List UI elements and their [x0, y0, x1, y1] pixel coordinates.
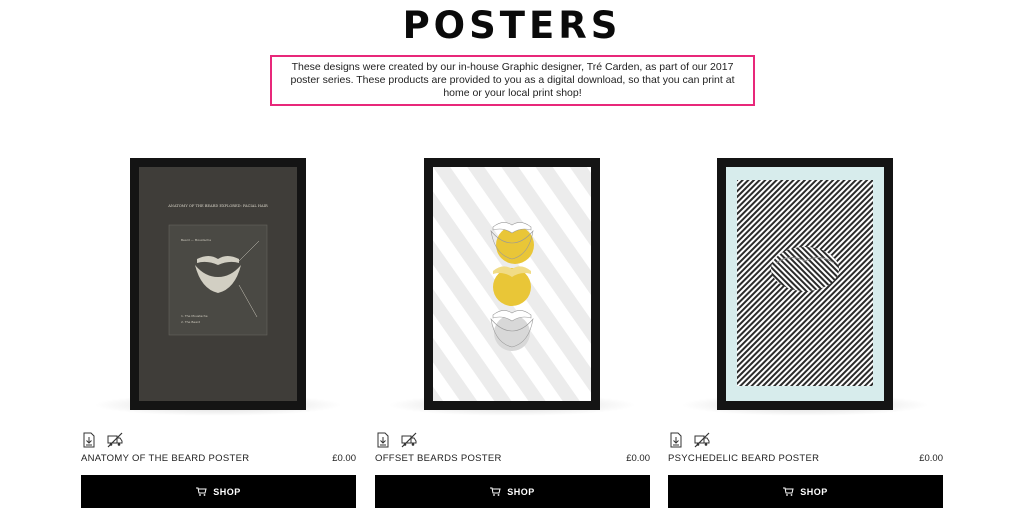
download-icon: [83, 432, 95, 448]
poster-image-psychedelic[interactable]: [726, 167, 884, 401]
product-name[interactable]: PSYCHEDELIC BEARD POSTER: [668, 453, 819, 464]
no-shipping-icon: [401, 432, 417, 448]
shop-button[interactable]: SHOP: [375, 475, 650, 508]
product-name[interactable]: OFFSET BEARDS POSTER: [375, 453, 502, 464]
cart-icon: [196, 487, 207, 496]
cart-icon: [490, 487, 501, 496]
product-card-anatomy: ANATOMY OF THE BEARD EXPLORED: FACIAL HA…: [81, 150, 356, 512]
product-price: £0.00: [626, 453, 650, 464]
no-shipping-icon: [694, 432, 710, 448]
cart-icon: [783, 487, 794, 496]
poster-frame[interactable]: [424, 158, 600, 410]
product-price: £0.00: [919, 453, 943, 464]
shop-button[interactable]: SHOP: [81, 475, 356, 508]
shop-button-label: SHOP: [800, 486, 828, 497]
shop-button-label: SHOP: [507, 486, 535, 497]
poster-image-offset[interactable]: [433, 167, 591, 401]
product-card-psychedelic: PSYCHEDELIC BEARD POSTER £0.00 SHOP: [668, 150, 943, 512]
product-price: £0.00: [332, 453, 356, 464]
poster-frame[interactable]: [717, 158, 893, 410]
download-icon: [670, 432, 682, 448]
product-icons: [81, 432, 123, 448]
product-card-offset: OFFSET BEARDS POSTER £0.00 SHOP: [375, 150, 650, 512]
page-title: POSTERS: [402, 4, 622, 47]
art-note-2: 2. The Beard: [181, 320, 200, 324]
product-icons: [668, 432, 710, 448]
shop-button[interactable]: SHOP: [668, 475, 943, 508]
art-label: Beard — Moustache: [181, 238, 211, 242]
intro-text-box: These designs were created by our in-hou…: [270, 55, 755, 106]
product-name[interactable]: ANATOMY OF THE BEARD POSTER: [81, 453, 249, 464]
art-heading: ANATOMY OF THE BEARD EXPLORED: FACIAL HA…: [167, 204, 268, 208]
poster-image-anatomy[interactable]: ANATOMY OF THE BEARD EXPLORED: FACIAL HA…: [139, 167, 297, 401]
art-note-1: 1. The Moustache: [181, 314, 208, 318]
download-icon: [377, 432, 389, 448]
no-shipping-icon: [107, 432, 123, 448]
poster-frame[interactable]: ANATOMY OF THE BEARD EXPLORED: FACIAL HA…: [130, 158, 306, 410]
intro-text: These designs were created by our in-hou…: [290, 61, 735, 99]
product-icons: [375, 432, 417, 448]
shop-button-label: SHOP: [213, 486, 241, 497]
